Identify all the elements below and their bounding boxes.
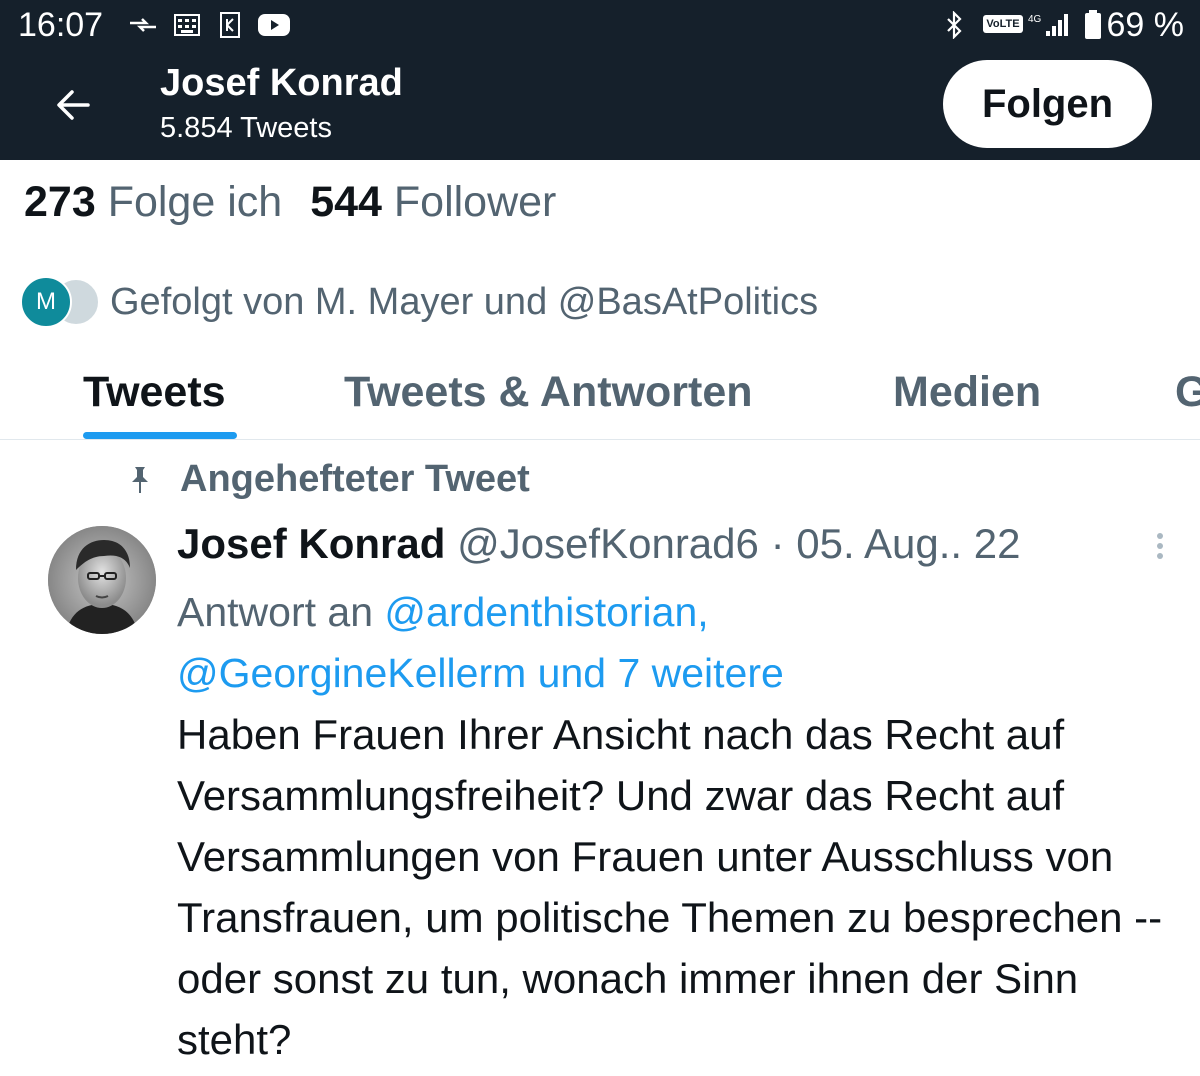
battery-icon — [1084, 10, 1102, 40]
volte-badge: VoLTE — [983, 15, 1023, 33]
data-transfer-icon — [128, 10, 158, 40]
tab-tweets[interactable]: Tweets — [83, 368, 226, 417]
reply-prefix: Antwort an — [177, 589, 373, 635]
tweet-author-name[interactable]: Josef Konrad — [177, 520, 445, 567]
follow-stats: 273 Folge ich 544 Follower — [24, 178, 556, 227]
reply-context: Antwort an @ardenthistorian, @GeorgineKe… — [177, 582, 1167, 704]
tweet-author-handle[interactable]: @JosefKonrad6 — [457, 520, 759, 567]
tab-media[interactable]: Medien — [893, 368, 1041, 417]
following-label: Folge ich — [107, 178, 283, 226]
active-tab-indicator — [83, 432, 237, 439]
status-time: 16:07 — [18, 6, 104, 44]
header-tweet-count: 5.854 Tweets — [160, 112, 332, 144]
bluetooth-icon — [945, 10, 963, 40]
followed-by-text: Gefolgt von M. Mayer und @BasAtPolitics — [110, 280, 819, 323]
pinned-label-text: Angehefteter Tweet — [180, 458, 530, 500]
more-vertical-icon — [1157, 533, 1163, 559]
pin-icon — [132, 466, 148, 493]
back-arrow-icon — [57, 90, 90, 120]
app-notification-icon — [220, 10, 240, 40]
tab-likes-partial[interactable]: G — [1175, 368, 1200, 417]
tweet-date[interactable]: 05. Aug.. 22 — [796, 520, 1020, 567]
follower-avatar: M — [20, 276, 72, 328]
header-profile-name: Josef Konrad — [160, 62, 403, 104]
following-count: 273 — [24, 178, 96, 226]
youtube-icon — [258, 10, 290, 40]
profile-header-bar: 16:07 VoLTE 4G 69 % Josef Konrad 5.854 T… — [0, 0, 1200, 160]
signal-icon: 4G — [1028, 10, 1074, 40]
follow-button[interactable]: Folgen — [943, 60, 1152, 148]
battery-percentage: 69 % — [1106, 6, 1185, 44]
back-button[interactable] — [48, 80, 98, 130]
tweet-separator: · — [770, 520, 785, 567]
following-stat[interactable]: 273 Folge ich — [24, 178, 282, 226]
tweet-more-button[interactable] — [1146, 530, 1174, 562]
tweet-author-avatar[interactable] — [48, 526, 156, 634]
followed-by-row[interactable]: M Gefolgt von M. Mayer und @BasAtPolitic… — [20, 276, 818, 328]
tweet-header: Josef Konrad @JosefKonrad6 · 05. Aug.. 2… — [177, 520, 1020, 568]
reply-mentions-more-link[interactable]: @GeorgineKellerm und 7 weitere — [177, 650, 784, 696]
tweet-text: Haben Frauen Ihrer Ansicht nach das Rech… — [177, 711, 1163, 1063]
followers-stat[interactable]: 544 Follower — [310, 178, 556, 226]
keyboard-icon — [174, 10, 200, 40]
portrait-image — [48, 526, 156, 634]
followers-count: 544 — [310, 178, 382, 226]
tab-tweets-and-replies[interactable]: Tweets & Antworten — [344, 368, 753, 417]
pinned-tweet-label: Angehefteter Tweet — [128, 458, 530, 501]
status-bar: 16:07 VoLTE 4G 69 % — [0, 0, 1200, 52]
followers-label: Follower — [393, 178, 557, 226]
svg-text:4G: 4G — [1028, 14, 1042, 25]
reply-mention-link[interactable]: @ardenthistorian, — [384, 589, 708, 635]
profile-tabs: Tweets Tweets & Antworten Medien G — [0, 352, 1200, 440]
